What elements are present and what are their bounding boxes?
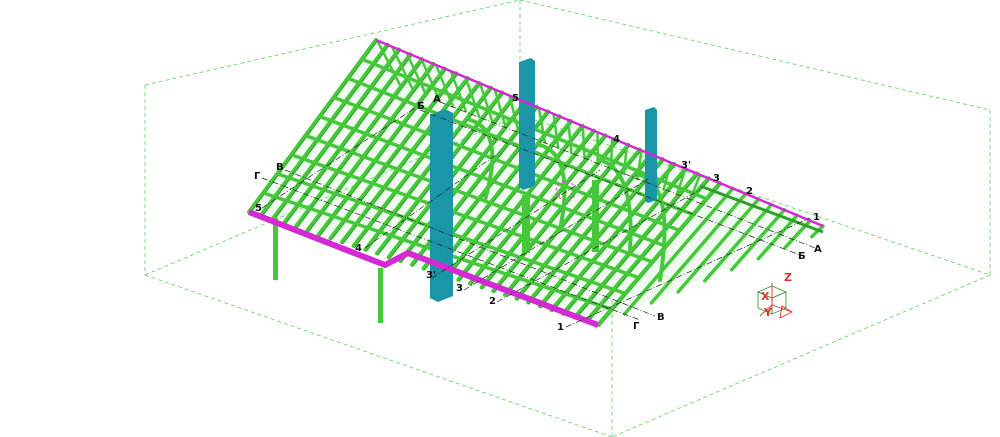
roof-frame[interactable]: [247, 38, 825, 327]
grid-label-col-3p-ridge: 3': [681, 160, 691, 171]
grid-label-col-1-ridge: 1: [813, 212, 820, 223]
grid-label-col-4-left: 4: [355, 243, 362, 254]
grid-label-row-v-right: В: [657, 312, 665, 323]
grid-label-col-1-left: 1: [557, 322, 564, 333]
grid-label-row-b-left: Б: [417, 101, 425, 112]
grid-label-row-b-right: Б: [798, 251, 806, 262]
inner-post: [522, 195, 530, 253]
grid-label-col-3-left: 3: [456, 283, 463, 294]
grid-label-col-2-ridge: 2: [746, 186, 753, 197]
bbox-edge: [611, 274, 991, 437]
grid-label-row-g-right: Г: [633, 321, 640, 332]
grid-label-col-4-ridge: 4: [613, 134, 620, 145]
grid-label-row-a-left: А: [433, 94, 441, 105]
inner-post: [592, 180, 599, 252]
bbox-edge: [519, 0, 991, 111]
bbox-edge: [144, 0, 521, 86]
grid-label-col-2-left: 2: [489, 296, 496, 307]
3d-model-viewport[interactable]: Г В Б А 5 4 3' 3 2 1 Г В Б А 5 4 3' 3 2 …: [0, 0, 1000, 437]
grid-label-col-5-ridge: 5: [512, 93, 519, 104]
axis-z-label: Z: [784, 271, 792, 284]
grid-label-row-a-right: А: [814, 244, 822, 255]
front-column-left: [273, 218, 278, 280]
grid-label-row-g-left: Г: [254, 171, 261, 182]
front-column-mid: [378, 268, 383, 323]
steel-column-back: [519, 58, 535, 190]
grid-label-row-v-left: В: [276, 162, 284, 173]
grid-label-col-5-left: 5: [255, 203, 262, 214]
grid-label-col-3p-left: 3': [426, 270, 436, 281]
axes-gizmo[interactable]: Z X Y: [756, 271, 793, 319]
truss-web: [581, 125, 586, 160]
grid-label-col-3-ridge: 3: [713, 173, 720, 184]
